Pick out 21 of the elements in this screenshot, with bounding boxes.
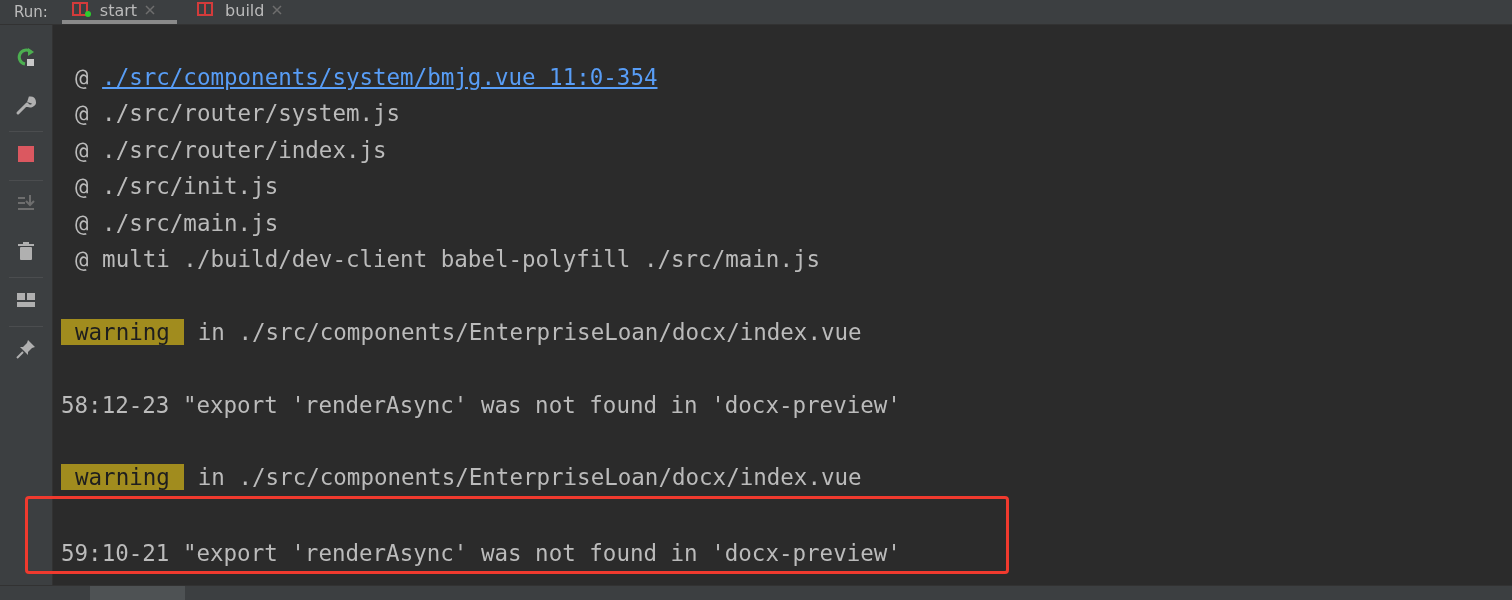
stop-icon[interactable] (15, 143, 37, 165)
console-line: in ./src/components/EnterpriseLoan/docx/index.vue (197, 464, 862, 491)
run-tab[interactable]: build (187, 0, 305, 24)
console-line: @ ./src/router/index.js (75, 136, 387, 163)
file-link[interactable]: ./src/components/system/bmjg.vue 11:0-354 (102, 64, 658, 90)
rerun-icon[interactable] (15, 46, 37, 68)
console-line: @ ./src/main.js (75, 209, 279, 236)
wrench-icon[interactable] (15, 94, 37, 116)
console-line: @ ./src/router/system.js (75, 100, 401, 127)
warning-badge: warning (61, 318, 184, 345)
console-line: 58:12-23 "export 'renderAsync' was not found in 'docx-preview' (61, 391, 901, 418)
run-label: Run: (13, 2, 49, 23)
at-sign: @ (75, 64, 89, 90)
console-line: 59:10-21 "export 'renderAsync' was not found in 'docx-preview' (61, 540, 901, 567)
trash-icon[interactable] (15, 240, 37, 262)
console-line: @ ./src/init.js (75, 173, 279, 200)
run-tab[interactable]: start (61, 0, 178, 24)
console-line: in ./src/components/EnterpriseLoan/docx/index.vue (197, 318, 862, 345)
warning-badge: warning (61, 464, 184, 491)
pin-icon[interactable] (15, 338, 37, 360)
console-line: @ multi ./build/dev-client babel-polyfill ./src/main.js (75, 245, 821, 272)
